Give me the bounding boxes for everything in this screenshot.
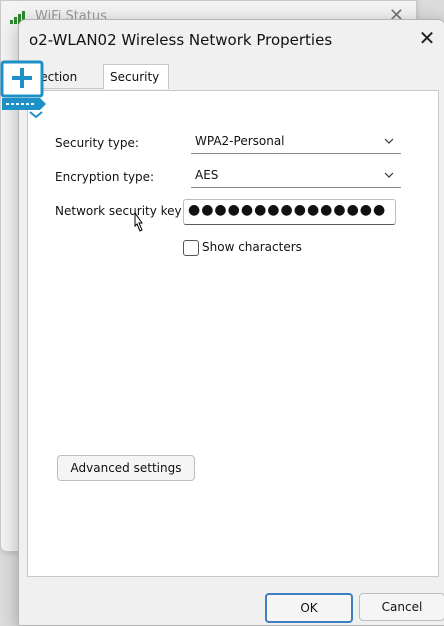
- security-type-select[interactable]: WPA2-Personal: [191, 131, 401, 154]
- network-key-value: ●●●●●●●●●●●●●●●: [188, 202, 387, 218]
- encryption-type-value: AES: [195, 168, 219, 182]
- wireless-properties-dialog: o2-WLAN02 Wireless Network Properties ✕ …: [18, 19, 444, 626]
- close-icon[interactable]: ✕: [415, 26, 439, 50]
- mouse-cursor-icon: [134, 213, 143, 232]
- dialog-title: o2-WLAN02 Wireless Network Properties: [29, 31, 333, 49]
- network-logo-icon: [0, 60, 46, 119]
- security-type-label: Security type:: [55, 136, 139, 150]
- encryption-type-label: Encryption type:: [55, 170, 155, 184]
- chevron-down-icon: [384, 172, 394, 178]
- cancel-button[interactable]: Cancel: [359, 593, 444, 621]
- encryption-type-select[interactable]: AES: [191, 165, 401, 188]
- network-key-field[interactable]: ●●●●●●●●●●●●●●●: [183, 199, 396, 225]
- tab-security[interactable]: Security: [103, 64, 169, 89]
- show-characters-checkbox[interactable]: [183, 240, 199, 256]
- network-key-label: Network security key: [55, 204, 182, 218]
- show-characters-label[interactable]: Show characters: [202, 240, 302, 254]
- chevron-down-icon: [384, 138, 394, 144]
- security-panel: Security type: WPA2-Personal Encryption …: [27, 90, 439, 577]
- security-type-value: WPA2-Personal: [195, 134, 285, 148]
- advanced-settings-button[interactable]: Advanced settings: [57, 455, 195, 481]
- ok-button[interactable]: OK: [265, 593, 353, 623]
